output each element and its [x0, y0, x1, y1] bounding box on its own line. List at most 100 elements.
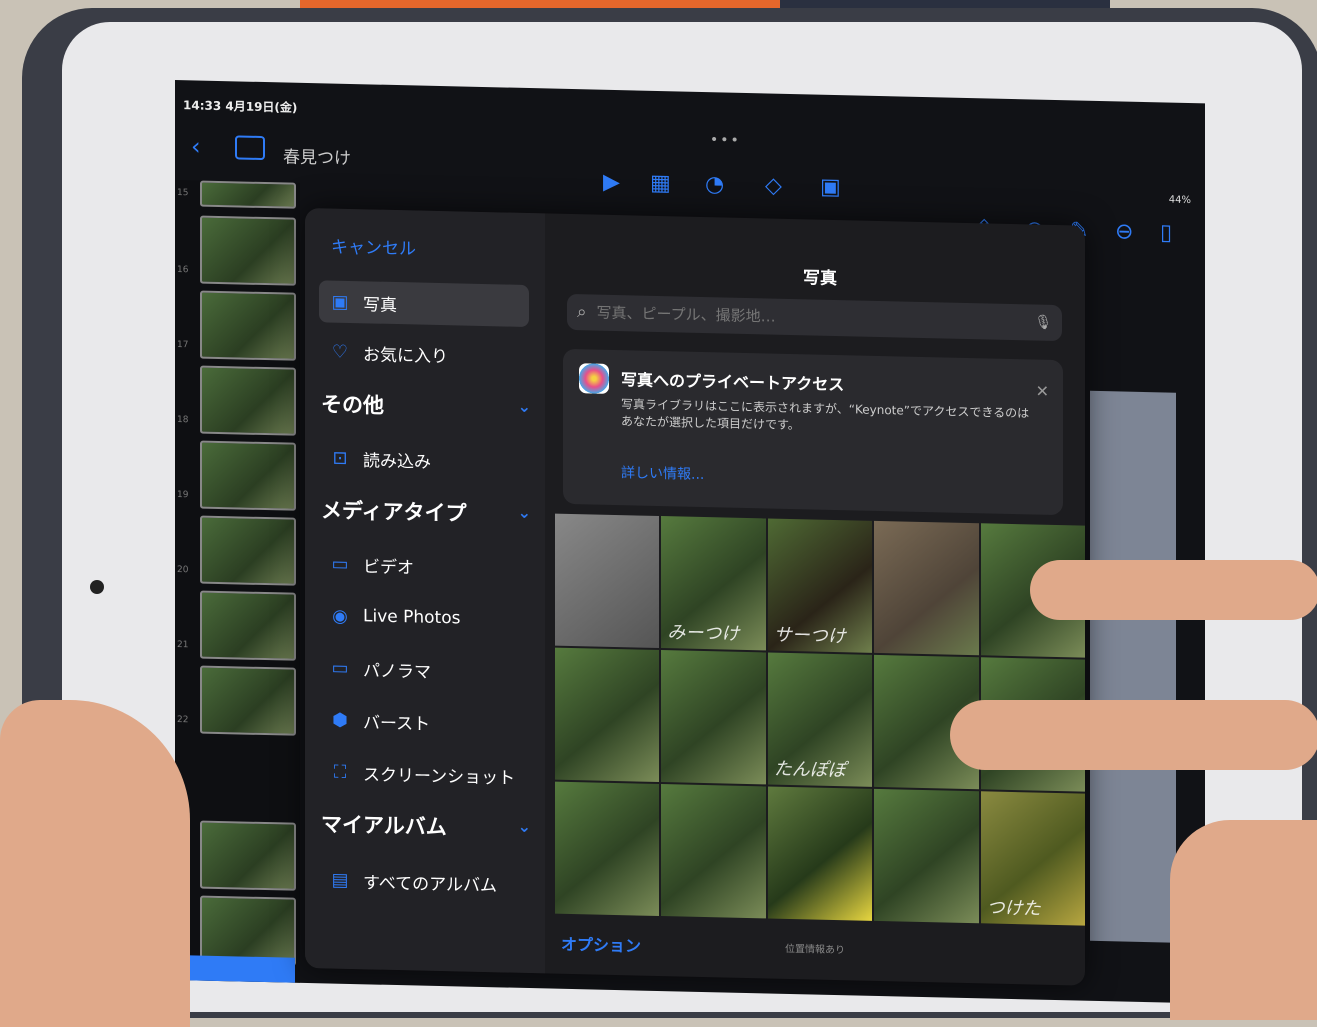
sidebar-item-all-albums[interactable]: ▤ すべてのアルバム [319, 858, 529, 905]
sidebar-item-imports[interactable]: ⊡ 読み込み [319, 436, 529, 483]
search-icon: ⌕ [577, 302, 587, 323]
document-icon[interactable]: ▯ [1160, 220, 1172, 245]
photo-thumbnail[interactable] [767, 786, 873, 921]
photos-icon: ▣ [331, 291, 349, 313]
sidebar-item-live-photos[interactable]: ◉ Live Photos [319, 594, 529, 641]
options-button[interactable]: オプション [561, 931, 641, 957]
slide-thumbnail[interactable] [200, 820, 296, 891]
banner-title: 写真へのプライベートアクセス [621, 370, 845, 395]
banner-body: 写真ライブラリはここに表示されますが、“Keynote”でアクセスできるのはあな… [621, 397, 1030, 433]
slide-number: 22 [177, 715, 189, 726]
photo-scene: 14:33 4月19日(金) 44% ••• ‹ 春見つけ ▶ ▦ ◔ ◇ ▣ … [0, 0, 1317, 1027]
photos-app-icon [579, 363, 609, 394]
left-hand [0, 700, 190, 1027]
chevron-down-icon[interactable]: ⌄ [518, 813, 531, 843]
search-input[interactable] [594, 302, 1027, 333]
media-icon[interactable]: ▣ [820, 175, 841, 200]
status-time: 14:33 4月19日(金) [183, 98, 298, 115]
format-icon[interactable]: ⊖ [1115, 219, 1133, 244]
sidebar-icon[interactable] [235, 135, 265, 161]
album-icon: ▤ [331, 869, 349, 891]
sidebar-item-label: お気に入り [363, 344, 448, 367]
slide-thumbnail[interactable] [200, 665, 296, 736]
picker-bottom-bar: オプション 位置情報あり [555, 919, 1085, 981]
photo-thumbnail[interactable]: たんぽぽ [767, 652, 873, 787]
slide-number: 21 [177, 640, 189, 651]
table-icon[interactable]: ▦ [650, 171, 671, 196]
slide-number: 15 [177, 188, 189, 199]
sidebar-item-label: パノラマ [363, 660, 431, 683]
close-icon[interactable]: ✕ [1036, 382, 1049, 401]
right-finger [950, 700, 1317, 770]
photo-thumbnail[interactable]: サーつけ [767, 518, 873, 653]
slide-canvas-placeholder[interactable] [1090, 390, 1176, 943]
document-title[interactable]: 春見つけ [283, 142, 351, 169]
section-title: その他 [321, 392, 384, 418]
front-camera [90, 580, 104, 594]
sidebar-item-label: スクリーンショット [363, 764, 516, 789]
section-media-types[interactable]: メディアタイプ ⌄ [321, 494, 531, 529]
section-my-albums[interactable]: マイアルバム ⌄ [321, 808, 531, 843]
learn-more-link[interactable]: 詳しい情報... [621, 462, 704, 484]
sidebar-item-label: バースト [363, 712, 431, 735]
photo-thumbnail[interactable] [555, 513, 660, 648]
sidebar-item-label: 読み込み [363, 450, 431, 473]
sidebar-item-label: ビデオ [363, 556, 414, 578]
picker-title: 写真 [803, 268, 837, 290]
photo-thumbnail[interactable] [874, 788, 979, 924]
photo-caption: たんぽぽ [773, 758, 846, 782]
slide-thumbnail[interactable] [200, 515, 296, 586]
photo-thumbnail[interactable]: みーつけ [661, 516, 766, 651]
sidebar-item-photos[interactable]: ▣ 写真 [319, 280, 529, 328]
sidebar-item-panoramas[interactable]: ▭ パノラマ [319, 646, 529, 693]
photo-caption: みーつけ [667, 622, 740, 645]
import-icon: ⊡ [332, 447, 348, 469]
slide-number: 20 [177, 565, 189, 576]
sidebar-item-videos[interactable]: ▭ ビデオ [319, 542, 529, 589]
slide-thumbnail[interactable] [200, 365, 296, 436]
screenshot-icon: ⛶ [333, 761, 347, 783]
sidebar-item-label: Live Photos [363, 606, 461, 629]
video-icon: ▭ [331, 553, 349, 575]
heart-icon: ♡ [331, 341, 349, 363]
sidebar-item-label: すべてのアルバム [363, 872, 497, 896]
live-photos-icon: ◉ [332, 605, 348, 627]
right-finger [1030, 560, 1317, 620]
photo-thumbnail[interactable]: つけた [980, 791, 1085, 926]
section-other[interactable]: その他 ⌄ [321, 388, 531, 423]
slide-thumbnail[interactable] [200, 215, 296, 286]
section-title: マイアルバム [321, 812, 447, 840]
slide-number: 18 [177, 415, 189, 426]
slide-thumbnail[interactable] [200, 180, 296, 209]
location-info: 位置情報あり [785, 943, 845, 957]
slide-navigator: 15 16 17 18 19 20 21 22 24 25 [175, 180, 300, 983]
photo-thumbnail[interactable] [661, 650, 766, 785]
shape-icon[interactable]: ◇ [765, 173, 782, 198]
keynote-toolbar: ••• ‹ 春見つけ [175, 120, 1205, 203]
photo-thumbnail[interactable] [555, 647, 660, 782]
photo-caption: サーつけ [773, 624, 846, 648]
chart-icon[interactable]: ◔ [705, 172, 724, 197]
cancel-button[interactable]: キャンセル [331, 233, 416, 260]
play-icon[interactable]: ▶ [603, 170, 620, 195]
multitasking-dots[interactable]: ••• [710, 132, 741, 149]
private-access-banner: 写真へのプライベートアクセス 写真ライブラリはここに表示されますが、“Keyno… [563, 348, 1063, 516]
photo-thumbnail[interactable] [874, 520, 979, 656]
chevron-down-icon[interactable]: ⌄ [518, 499, 531, 529]
microphone-icon[interactable]: 🎙 [1034, 314, 1052, 330]
slide-number: 17 [177, 340, 189, 351]
search-field[interactable]: ⌕ 🎙 [567, 293, 1062, 342]
photo-thumbnail[interactable] [661, 784, 766, 919]
chevron-left-icon[interactable]: ‹ [191, 132, 201, 160]
sidebar-item-screenshots[interactable]: ⛶ スクリーンショット [319, 750, 529, 797]
burst-icon: ⬢ [332, 709, 348, 731]
photo-thumbnail[interactable] [555, 781, 660, 916]
ipad-screen: 14:33 4月19日(金) 44% ••• ‹ 春見つけ ▶ ▦ ◔ ◇ ▣ … [175, 80, 1205, 1004]
sidebar-item-label: 写真 [363, 294, 397, 316]
chevron-down-icon[interactable]: ⌄ [518, 393, 531, 423]
sidebar-item-favorites[interactable]: ♡ お気に入り [319, 330, 529, 377]
sidebar-item-bursts[interactable]: ⬢ バースト [319, 698, 529, 745]
slide-thumbnail[interactable] [200, 290, 296, 361]
slide-thumbnail[interactable] [200, 440, 296, 511]
slide-thumbnail[interactable] [200, 590, 296, 661]
